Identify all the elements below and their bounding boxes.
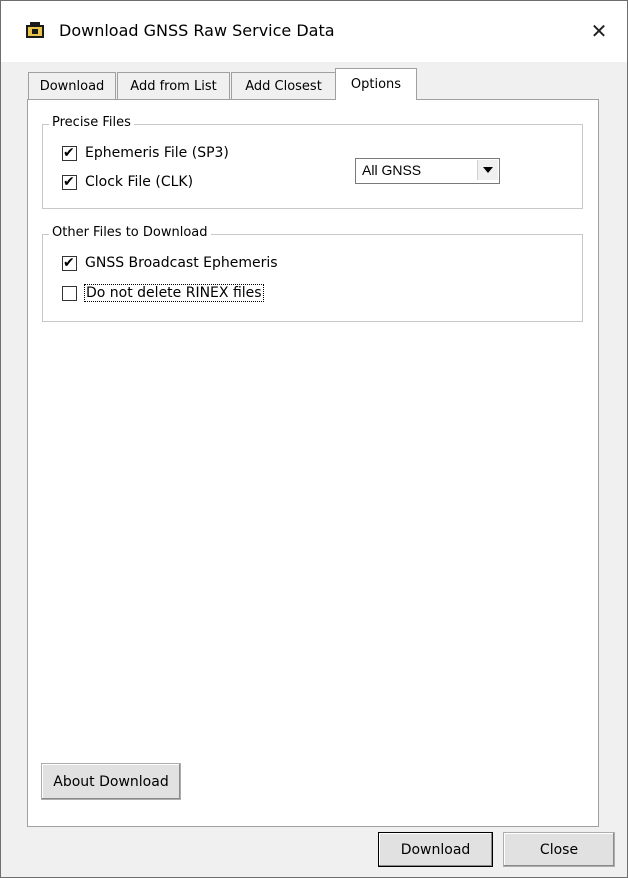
ephemeris-checkbox-row[interactable]: ✔ Ephemeris File (SP3): [62, 145, 229, 161]
tab-options[interactable]: Options: [335, 68, 417, 100]
constellation-select[interactable]: All GNSS: [355, 158, 500, 184]
tab-add-from-list[interactable]: Add from List: [117, 72, 230, 99]
title-bar[interactable]: Download GNSS Raw Service Data ✕: [1, 1, 627, 62]
clock-label: Clock File (CLK): [85, 174, 194, 190]
keep-rinex-checkbox-row[interactable]: Do not delete RINEX files: [62, 284, 264, 302]
check-icon: ✔: [63, 254, 75, 271]
close-button[interactable]: Close: [503, 832, 615, 867]
broadcast-label: GNSS Broadcast Ephemeris: [85, 255, 278, 271]
download-button[interactable]: Download: [378, 832, 493, 867]
tab-download[interactable]: Download: [28, 72, 116, 99]
keep-rinex-label: Do not delete RINEX files: [84, 284, 264, 302]
close-icon[interactable]: ✕: [579, 13, 619, 49]
window-title: Download GNSS Raw Service Data: [59, 21, 335, 40]
options-panel: Precise Files ✔ Ephemeris File (SP3) ✔ C…: [27, 99, 599, 827]
broadcast-checkbox-row[interactable]: ✔ GNSS Broadcast Ephemeris: [62, 255, 278, 271]
check-icon: ✔: [63, 173, 75, 190]
ephemeris-label: Ephemeris File (SP3): [85, 145, 229, 161]
precise-files-group: Precise Files ✔ Ephemeris File (SP3) ✔ C…: [42, 115, 583, 209]
precise-files-legend: Precise Files: [49, 115, 134, 130]
gnss-download-icon: [26, 22, 44, 38]
check-icon: ✔: [63, 144, 75, 161]
about-download-button[interactable]: About Download: [41, 763, 181, 800]
clock-checkbox-row[interactable]: ✔ Clock File (CLK): [62, 174, 193, 190]
dialog-window: Download GNSS Raw Service Data ✕ Downloa…: [0, 0, 628, 878]
broadcast-checkbox[interactable]: ✔: [62, 254, 77, 271]
chevron-down-icon[interactable]: [477, 160, 498, 180]
keep-rinex-checkbox[interactable]: [62, 285, 77, 301]
ephemeris-checkbox[interactable]: ✔: [62, 144, 77, 161]
clock-checkbox[interactable]: ✔: [62, 173, 77, 190]
other-files-group: Other Files to Download ✔ GNSS Broadcast…: [42, 225, 583, 322]
constellation-value: All GNSS: [362, 162, 422, 178]
other-files-legend: Other Files to Download: [49, 225, 211, 240]
tab-add-closest[interactable]: Add Closest: [231, 72, 336, 99]
